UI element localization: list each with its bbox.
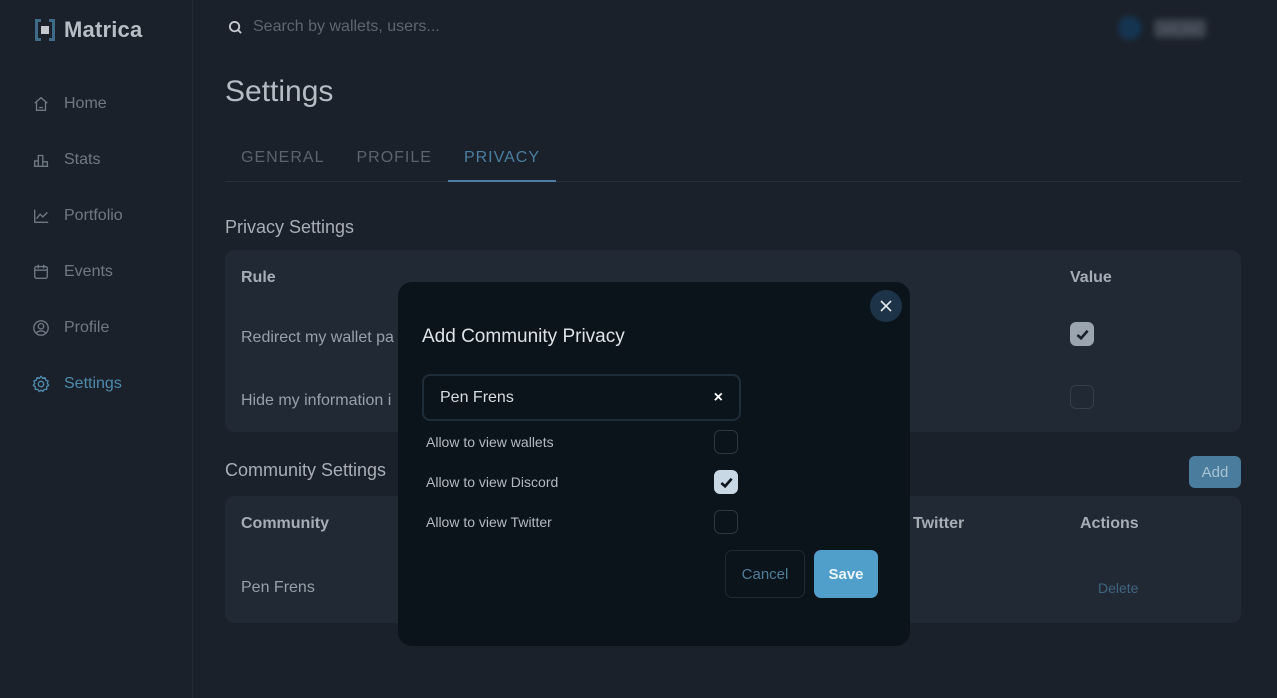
column-header-rule: Rule	[241, 269, 276, 286]
home-icon	[32, 95, 50, 113]
delete-community-link[interactable]: Delete	[1098, 580, 1138, 596]
rule-text: Redirect my wallet pa	[241, 329, 394, 346]
sidebar-item-profile[interactable]: Profile	[32, 300, 123, 356]
sidebar-item-label: Settings	[64, 375, 122, 392]
settings-tabs: GENERAL PROFILE PRIVACY	[225, 138, 1241, 182]
user-name: •••• ••••	[1154, 18, 1207, 38]
privacy-settings-title: Privacy Settings	[225, 217, 355, 237]
sidebar-item-home[interactable]: Home	[32, 76, 123, 132]
option-label-twitter: Allow to view Twitter	[426, 514, 552, 530]
cancel-button[interactable]: Cancel	[725, 550, 805, 598]
sidebar-item-label: Profile	[64, 319, 110, 336]
close-button[interactable]	[870, 290, 902, 322]
sidebar-item-events[interactable]: Events	[32, 244, 123, 300]
checkmark-icon	[720, 477, 733, 489]
sidebar-item-label: Stats	[64, 151, 101, 168]
column-header-community: Community	[241, 515, 329, 532]
sidebar-item-label: Portfolio	[64, 207, 123, 224]
community-select[interactable]: ×	[422, 374, 741, 421]
community-settings-title: Community Settings	[225, 460, 387, 480]
column-header-value: Value	[1070, 269, 1112, 286]
sidebar-item-stats[interactable]: Stats	[32, 132, 123, 188]
sidebar-item-settings[interactable]: Settings	[32, 356, 123, 412]
rule-checkbox-redirect[interactable]	[1070, 322, 1094, 346]
logo[interactable]: Matrica	[35, 17, 142, 43]
search-icon	[228, 20, 242, 34]
tab-general[interactable]: GENERAL	[225, 138, 340, 182]
column-header-actions: Actions	[1080, 515, 1139, 532]
avatar	[1118, 16, 1142, 40]
rule-text: Hide my information i	[241, 392, 392, 409]
option-label-wallets: Allow to view wallets	[426, 434, 554, 450]
search-bar	[228, 18, 573, 36]
sidebar-item-label: Events	[64, 263, 113, 280]
checkbox-view-twitter[interactable]	[714, 510, 738, 534]
community-input[interactable]	[440, 388, 714, 407]
stats-icon	[32, 151, 50, 169]
search-input[interactable]	[253, 18, 573, 36]
gear-icon	[32, 375, 50, 393]
rule-checkbox-hide[interactable]	[1070, 385, 1094, 409]
tab-profile[interactable]: PROFILE	[340, 138, 447, 182]
add-community-button[interactable]: Add	[1189, 456, 1241, 488]
checkmark-icon	[1076, 329, 1089, 341]
sidebar-nav: Home Stats Portfolio Events Profile Sett…	[32, 76, 123, 412]
matrica-logo-icon	[35, 19, 55, 41]
community-name: Pen Frens	[241, 579, 315, 596]
column-header-twitter: Twitter	[913, 515, 965, 532]
modal-title: Add Community Privacy	[422, 326, 625, 347]
app-name: Matrica	[64, 17, 143, 42]
sidebar: Matrica Home Stats Portfolio Events Prof…	[0, 0, 193, 698]
close-icon	[880, 300, 892, 312]
option-label-discord: Allow to view Discord	[426, 474, 559, 490]
page-title: Settings	[225, 75, 334, 108]
calendar-icon	[32, 263, 50, 281]
checkbox-view-wallets[interactable]	[714, 430, 738, 454]
checkbox-view-discord[interactable]	[714, 470, 738, 494]
sidebar-item-portfolio[interactable]: Portfolio	[32, 188, 123, 244]
chart-line-icon	[32, 207, 50, 225]
user-menu[interactable]: •••• ••••	[1118, 16, 1207, 40]
user-circle-icon	[32, 319, 50, 337]
clear-icon[interactable]: ×	[714, 389, 723, 407]
tab-privacy[interactable]: PRIVACY	[447, 138, 556, 182]
save-button[interactable]: Save	[814, 550, 878, 598]
sidebar-item-label: Home	[64, 95, 107, 112]
add-community-privacy-modal: Add Community Privacy × Allow to view wa…	[398, 282, 910, 646]
